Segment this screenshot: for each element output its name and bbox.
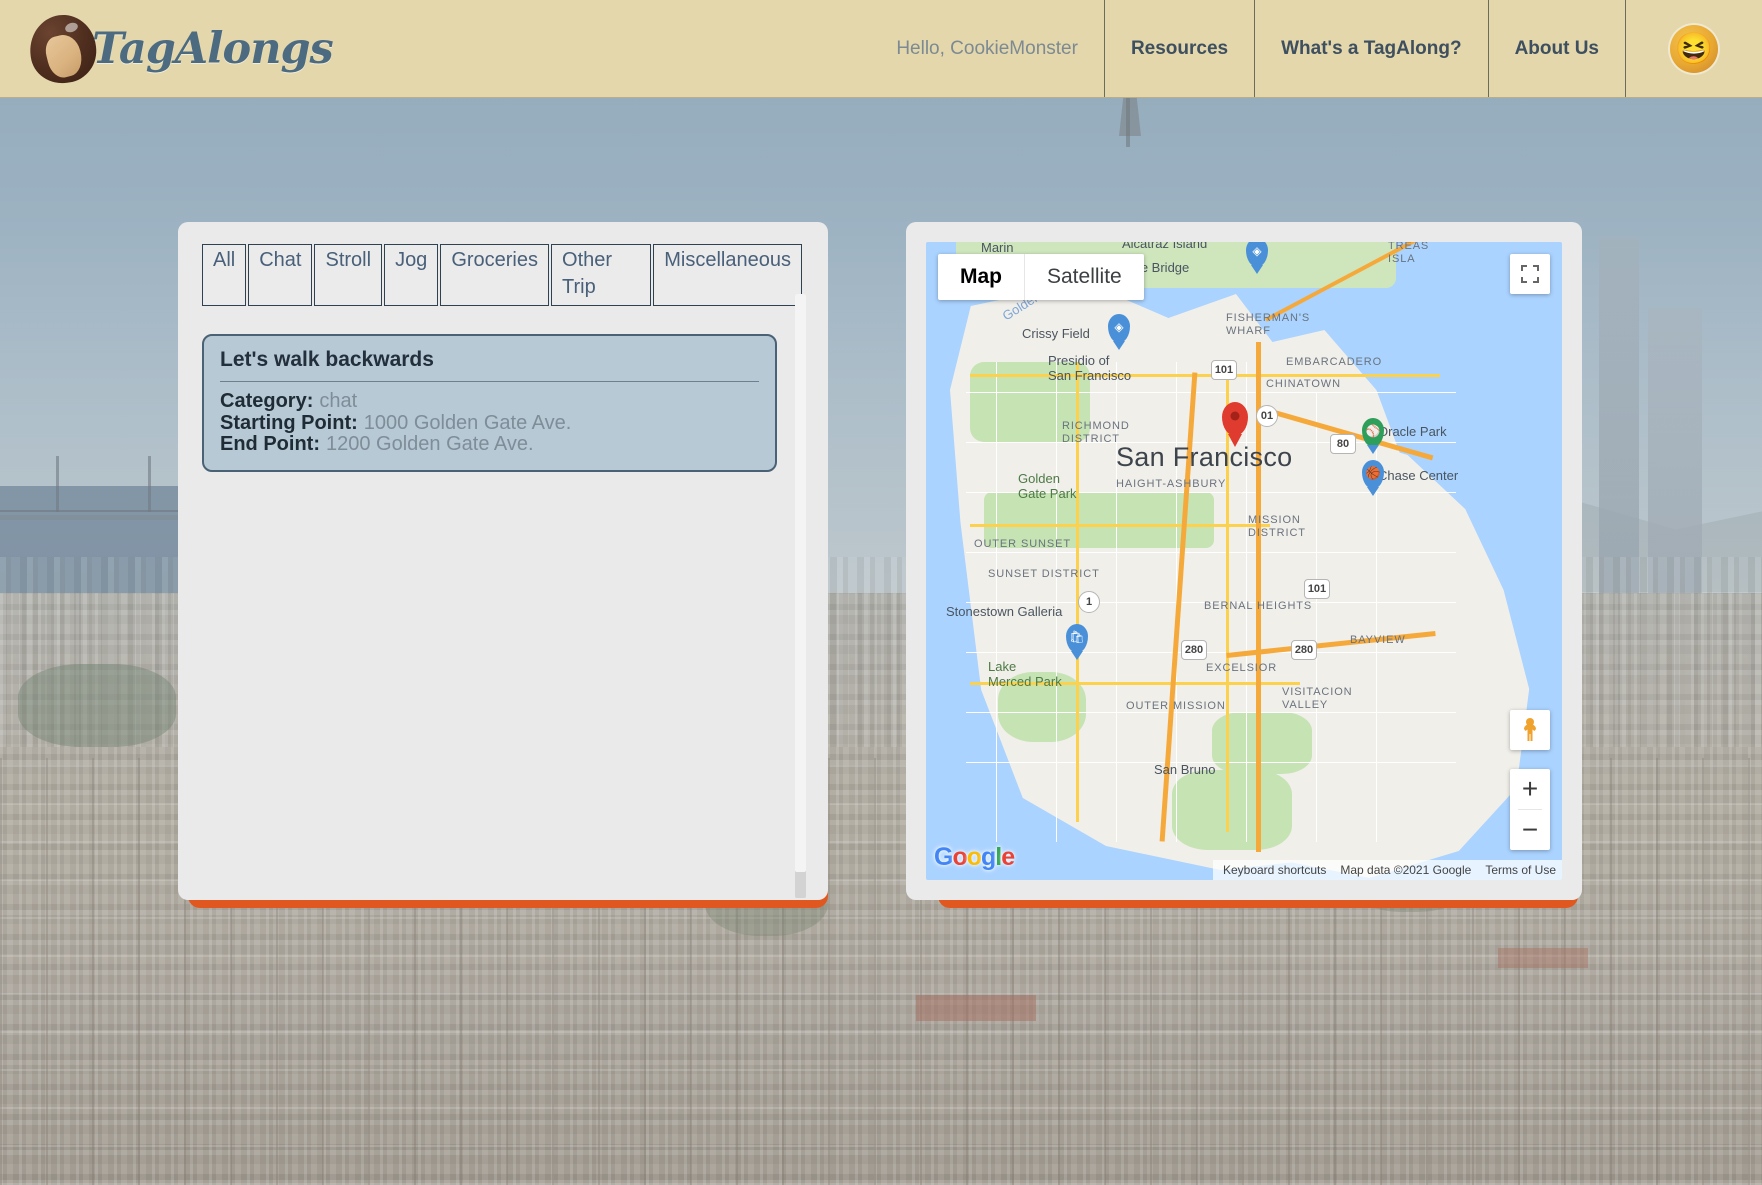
terms-of-use-link[interactable]: Terms of Use [1485, 863, 1556, 877]
map-park-san-bruno [1172, 770, 1292, 850]
map-arterial [970, 374, 1440, 377]
google-logo-letter: g [981, 843, 995, 871]
user-greeting: Hello, CookieMonster [870, 0, 1104, 97]
street-view-pegman-icon[interactable] [1510, 710, 1550, 750]
highway-shield-280-b: 280 [1291, 640, 1317, 660]
zoom-control: + − [1510, 769, 1550, 850]
brand-logo[interactable]: TagAlongs [0, 0, 470, 97]
highway-shield-101: 101 [1211, 360, 1237, 380]
avatar-glyph: 😆 [1675, 33, 1714, 64]
filter-chat[interactable]: Chat [248, 244, 312, 306]
nav-resources[interactable]: Resources [1104, 0, 1254, 97]
map-road [996, 362, 997, 842]
map-type-map[interactable]: Map [938, 254, 1024, 300]
site-header: TagAlongs Hello, CookieMonster Resources… [0, 0, 1762, 98]
map-panel: 101 80 101 1 280 280 01 Marin Alcatraz I… [906, 222, 1582, 900]
map-road [966, 602, 1456, 603]
map-road [966, 492, 1456, 493]
trip-start-label: Starting Point: [220, 412, 358, 434]
category-filter-bar: All Chat Stroll Jog Groceries Other Trip… [202, 244, 804, 306]
google-logo-letter: o [967, 843, 981, 871]
brand-name: TagAlongs [92, 24, 333, 74]
trip-start-value: 1000 Golden Gate Ave. [364, 412, 572, 434]
map-type-satellite[interactable]: Satellite [1024, 254, 1144, 300]
header-spacer [470, 0, 870, 97]
user-avatar-button[interactable]: 😆 [1625, 0, 1762, 97]
map-data-copyright: Map data ©2021 Google [1340, 863, 1471, 877]
nav-whats-a-tagalong[interactable]: What's a TagAlong? [1254, 0, 1487, 97]
google-logo-letter: e [1001, 843, 1014, 871]
trip-end-row: End Point: 1200 Golden Gate Ave. [220, 434, 759, 456]
scrollbar-thumb[interactable] [795, 294, 806, 872]
trip-category-value: chat [319, 390, 357, 412]
highway-shield-80: 80 [1330, 434, 1356, 454]
filter-jog[interactable]: Jog [384, 244, 438, 306]
highway-shield-1: 1 [1078, 591, 1100, 613]
filter-groceries[interactable]: Groceries [440, 244, 549, 306]
map-road [966, 762, 1456, 763]
map-road [966, 712, 1456, 713]
filter-miscellaneous[interactable]: Miscellaneous [653, 244, 802, 306]
map-arterial [970, 682, 1300, 685]
trip-end-label: End Point: [220, 433, 320, 455]
filter-all[interactable]: All [202, 244, 246, 306]
trip-list-panel: All Chat Stroll Jog Groceries Other Trip… [178, 222, 828, 900]
highway-shield-01: 01 [1256, 405, 1278, 427]
highway-shield-101-south: 101 [1304, 579, 1330, 599]
map-arterial [970, 524, 1270, 527]
trip-start-row: Starting Point: 1000 Golden Gate Ave. [220, 413, 759, 435]
zoom-in-button[interactable]: + [1510, 769, 1550, 809]
keyboard-shortcuts-link[interactable]: Keyboard shortcuts [1223, 863, 1326, 877]
map-road [1316, 392, 1317, 842]
trip-category-label: Category: [220, 390, 313, 412]
map-road [1116, 362, 1117, 842]
trip-category-row: Category: chat [220, 391, 759, 413]
map-road [1246, 362, 1247, 842]
map-road [1056, 362, 1057, 842]
highway-shield-280: 280 [1181, 640, 1207, 660]
google-logo-letter: o [952, 843, 966, 871]
filter-other-trip[interactable]: Other Trip [551, 244, 651, 306]
trip-card[interactable]: Let's walk backwards Category: chat Start… [202, 334, 777, 472]
filter-stroll[interactable]: Stroll [314, 244, 382, 306]
trip-end-value: 1200 Golden Gate Ave. [326, 433, 534, 455]
chocolate-cookie-icon [26, 13, 100, 85]
google-map[interactable]: 101 80 101 1 280 280 01 Marin Alcatraz I… [926, 242, 1562, 880]
nav-about-us[interactable]: About Us [1488, 0, 1625, 97]
google-logo-letter: G [934, 843, 952, 871]
laughing-cookie-avatar: 😆 [1670, 25, 1718, 73]
map-park-golden-gate [984, 492, 1214, 548]
map-road [966, 552, 1456, 553]
google-logo[interactable]: Google [934, 843, 1014, 872]
map-road [966, 652, 1456, 653]
map-type-control: Map Satellite [938, 254, 1144, 300]
trip-list-scrollbar[interactable] [795, 294, 806, 898]
trip-title: Let's walk backwards [220, 348, 759, 382]
zoom-out-button[interactable]: − [1510, 810, 1550, 850]
map-arterial [1076, 362, 1079, 822]
fullscreen-icon[interactable] [1510, 254, 1550, 294]
map-attribution-bar: Keyboard shortcuts Map data ©2021 Google… [1213, 860, 1562, 880]
map-road [966, 392, 1456, 393]
